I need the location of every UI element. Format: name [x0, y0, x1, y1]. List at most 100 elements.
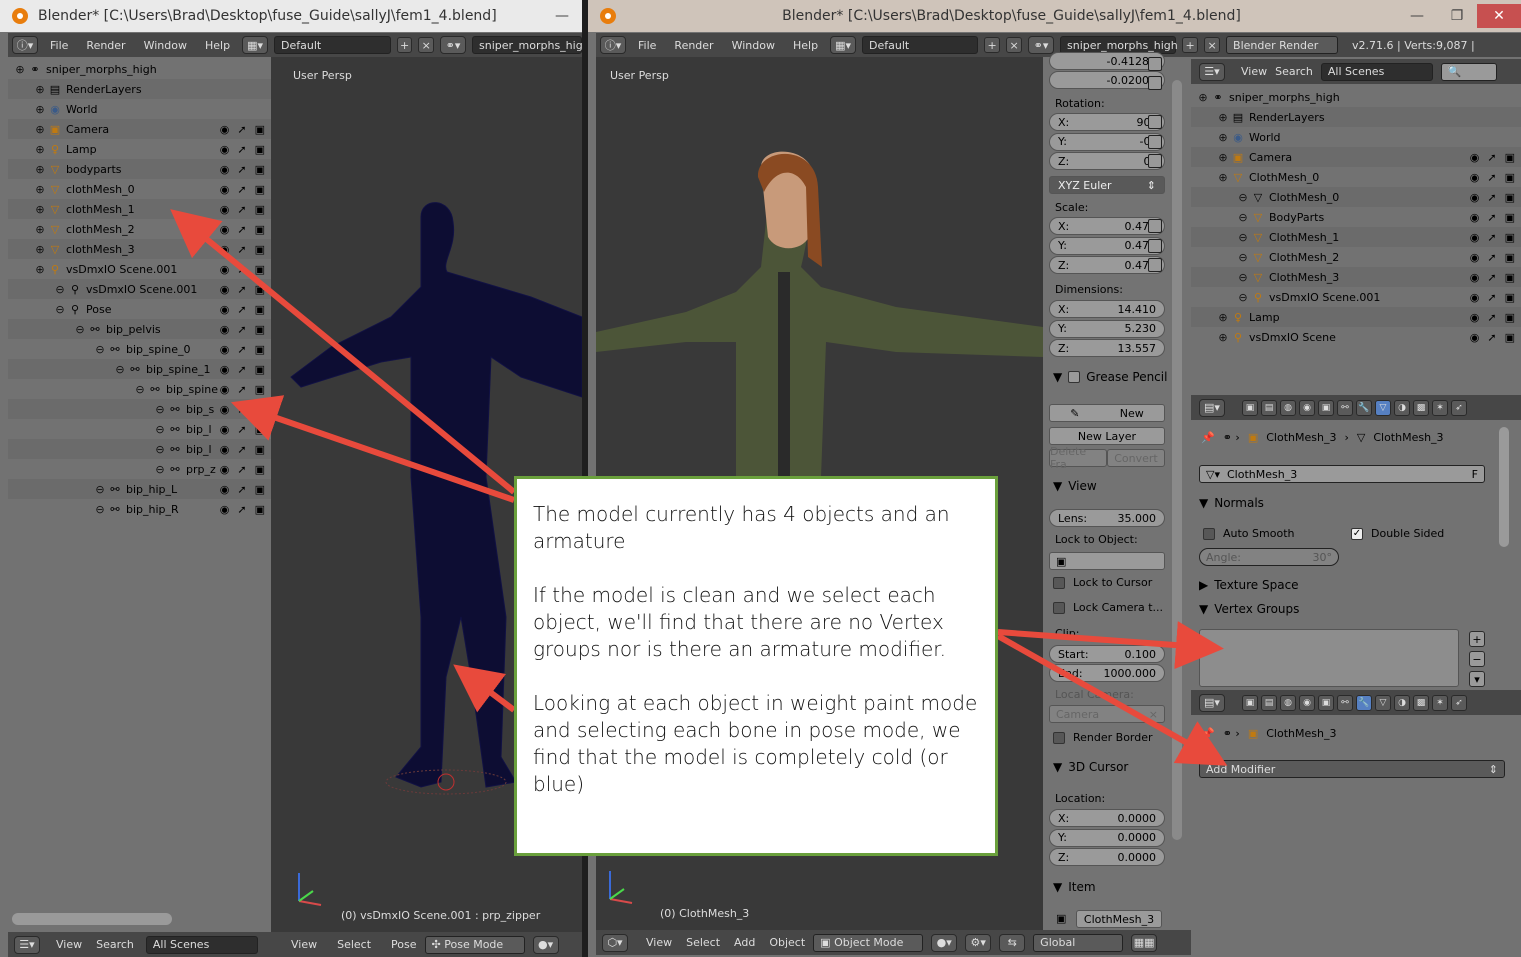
outliner-row[interactable]: ⊕ ⚭ sniper_morphs_high [8, 59, 271, 79]
cursor-icon[interactable]: ➚ [237, 183, 246, 196]
render-border-checkbox[interactable] [1053, 732, 1065, 744]
outliner-row[interactable]: ⊕ ▽ ClothMesh_0 ◉ ➚ ▣ [1191, 167, 1521, 187]
clip-end-field[interactable]: End: 1000.000 [1049, 664, 1165, 682]
outliner-row-label[interactable]: clothMesh_0 [66, 183, 135, 196]
outliner-view-menu[interactable]: View [56, 938, 82, 951]
vector-field[interactable]: X: 0.0000 [1049, 809, 1165, 827]
outliner-row-label[interactable]: vsDmxIO Scene.001 [66, 263, 177, 276]
outliner-row[interactable]: ⊖ ▽ BodyParts ◉ ➚ ▣ [1191, 207, 1521, 227]
particles-tab-icon[interactable]: ✶ [1432, 694, 1448, 711]
menu-window[interactable]: Window [726, 39, 781, 52]
expand-toggle-icon[interactable]: ⊖ [54, 283, 66, 296]
outliner-row[interactable]: ⊕ ▽ clothMesh_0 ◉ ➚ ▣ [8, 179, 271, 199]
n-panel-scrollbar[interactable] [1172, 80, 1182, 840]
object-tab-icon[interactable]: ▣ [1318, 399, 1334, 416]
eye-icon[interactable]: ◉ [1470, 271, 1480, 284]
render-icon[interactable]: ▣ [1505, 231, 1515, 244]
eye-icon[interactable]: ◉ [1470, 231, 1480, 244]
modifiers-tab-icon[interactable]: 🔧 [1356, 694, 1372, 711]
render-icon[interactable]: ▣ [1505, 171, 1515, 184]
add-modifier-select[interactable]: Add Modifier ⇕ [1199, 760, 1505, 778]
render-icon[interactable]: ▣ [255, 243, 265, 256]
outliner-row-label[interactable]: clothMesh_1 [66, 203, 135, 216]
eye-icon[interactable]: ◉ [1470, 311, 1480, 324]
grease-pencil-checkbox[interactable] [1068, 371, 1081, 383]
layout-icon[interactable]: ▦▾ [830, 36, 857, 54]
minimize-icon[interactable]: — [1397, 4, 1437, 28]
physics-tab-icon[interactable]: ➶ [1451, 399, 1467, 416]
outliner-search-input[interactable]: 🔍 [1440, 62, 1497, 81]
cursor-icon[interactable]: ➚ [237, 403, 246, 416]
vector-field[interactable]: Y: 5.230 [1049, 319, 1165, 338]
expand-toggle-icon[interactable]: ⊕ [34, 203, 46, 216]
expand-toggle-icon[interactable]: ⊕ [1217, 331, 1229, 344]
double-sided-checkbox[interactable]: ✓ [1351, 528, 1363, 540]
outliner-search-menu[interactable]: Search [96, 938, 134, 951]
expand-toggle-icon[interactable]: ⊕ [34, 143, 46, 156]
outliner-row[interactable]: ⊕ ▤ RenderLayers [8, 79, 271, 99]
outliner-row-label[interactable]: bip_l [186, 423, 212, 436]
outliner-row-label[interactable]: ClothMesh_0 [1249, 171, 1319, 184]
scene-tab-icon[interactable]: ◍ [1280, 399, 1296, 416]
cursor-icon[interactable]: ➚ [237, 163, 246, 176]
cursor-icon[interactable]: ➚ [237, 383, 246, 396]
vertex-group-menu-icon[interactable]: ▾ [1469, 671, 1485, 687]
eye-icon[interactable]: ◉ [220, 423, 230, 436]
lock-cursor-checkbox[interactable] [1053, 577, 1065, 589]
outliner-row-label[interactable]: ClothMesh_2 [1269, 251, 1339, 264]
add-vertex-group-icon[interactable]: + [1469, 631, 1485, 647]
render-icon[interactable]: ▣ [1505, 151, 1515, 164]
angle-field[interactable]: Angle: 30° [1199, 548, 1339, 566]
outliner-row-label[interactable]: sniper_morphs_high [46, 63, 157, 76]
lens-field[interactable]: Lens: 35.000 [1049, 509, 1165, 527]
viewport-menu-view[interactable]: View [291, 938, 317, 951]
pivot-icon[interactable]: ⚙▾ [965, 933, 992, 952]
object-tab-icon[interactable]: ▣ [1318, 694, 1334, 711]
outliner-row[interactable]: ⊕ ◉ World [8, 99, 271, 119]
mode-select[interactable]: ▣ Object Mode [813, 933, 924, 952]
viewport-menu-add[interactable]: Add [734, 936, 755, 949]
scene-tab-icon[interactable]: ◍ [1280, 694, 1296, 711]
outliner-row[interactable]: ⊖ ⚯ bip_spine ◉ ➚ ▣ [8, 379, 271, 399]
outliner-row-label[interactable]: Lamp [1249, 311, 1280, 324]
layers-tab-icon[interactable]: ▤ [1261, 694, 1277, 711]
world-tab-icon[interactable]: ◉ [1299, 694, 1315, 711]
menu-file[interactable]: File [44, 39, 74, 52]
expand-toggle-icon[interactable]: ⊖ [94, 483, 106, 496]
expand-toggle-icon[interactable]: ⊖ [134, 383, 146, 396]
outliner-row-label[interactable]: bip_hip_R [126, 503, 179, 516]
eye-icon[interactable]: ◉ [1470, 291, 1480, 304]
editor-type-icon[interactable]: ⓘ▾ [600, 36, 626, 54]
cursor-icon[interactable]: ➚ [237, 343, 246, 356]
menu-file[interactable]: File [632, 39, 662, 52]
render-icon[interactable]: ▣ [255, 443, 265, 456]
close-icon[interactable]: ✕ [1477, 4, 1521, 28]
lock-object-field[interactable]: ▣ [1049, 552, 1165, 570]
render-engine-select[interactable]: Blender Render [1226, 36, 1339, 54]
lock-icon[interactable] [1148, 57, 1162, 71]
outliner-row[interactable]: ⊖ ▽ ClothMesh_1 ◉ ➚ ▣ [1191, 227, 1521, 247]
outliner-row-label[interactable]: prp_z [186, 463, 216, 476]
outliner-row[interactable]: ⊖ ⚯ bip_hip_R ◉ ➚ ▣ [8, 499, 271, 519]
constraints-tab-icon[interactable]: ⚯ [1337, 694, 1353, 711]
eye-icon[interactable]: ◉ [220, 483, 230, 496]
cursor-icon[interactable]: ➚ [237, 143, 246, 156]
outliner-row-label[interactable]: Camera [66, 123, 109, 136]
outliner-row[interactable]: ⊕ ♀ Lamp ◉ ➚ ▣ [8, 139, 271, 159]
outliner-row[interactable]: ⊖ ▽ ClothMesh_2 ◉ ➚ ▣ [1191, 247, 1521, 267]
render-icon[interactable]: ▣ [1505, 251, 1515, 264]
lock-icon[interactable] [1148, 76, 1162, 90]
remove-vertex-group-icon[interactable]: − [1469, 651, 1485, 667]
outliner-row-label[interactable]: bip_spine_0 [126, 343, 191, 356]
outliner-scenes-select[interactable]: All Scenes [145, 935, 258, 954]
outliner-row-label[interactable]: bodyparts [66, 163, 122, 176]
constraints-tab-icon[interactable]: ⚯ [1337, 399, 1353, 416]
outliner-row-label[interactable]: clothMesh_3 [66, 243, 135, 256]
expand-toggle-icon[interactable]: ⊖ [154, 423, 166, 436]
menu-render[interactable]: Render [668, 39, 719, 52]
layout-select[interactable]: Default [274, 36, 391, 54]
layers-tab-icon[interactable]: ▤ [1261, 399, 1277, 416]
outliner-row-label[interactable]: ClothMesh_1 [1269, 231, 1339, 244]
viewport-menu-select[interactable]: Select [686, 936, 720, 949]
item-name-field[interactable]: ClothMesh_3 [1076, 910, 1162, 928]
